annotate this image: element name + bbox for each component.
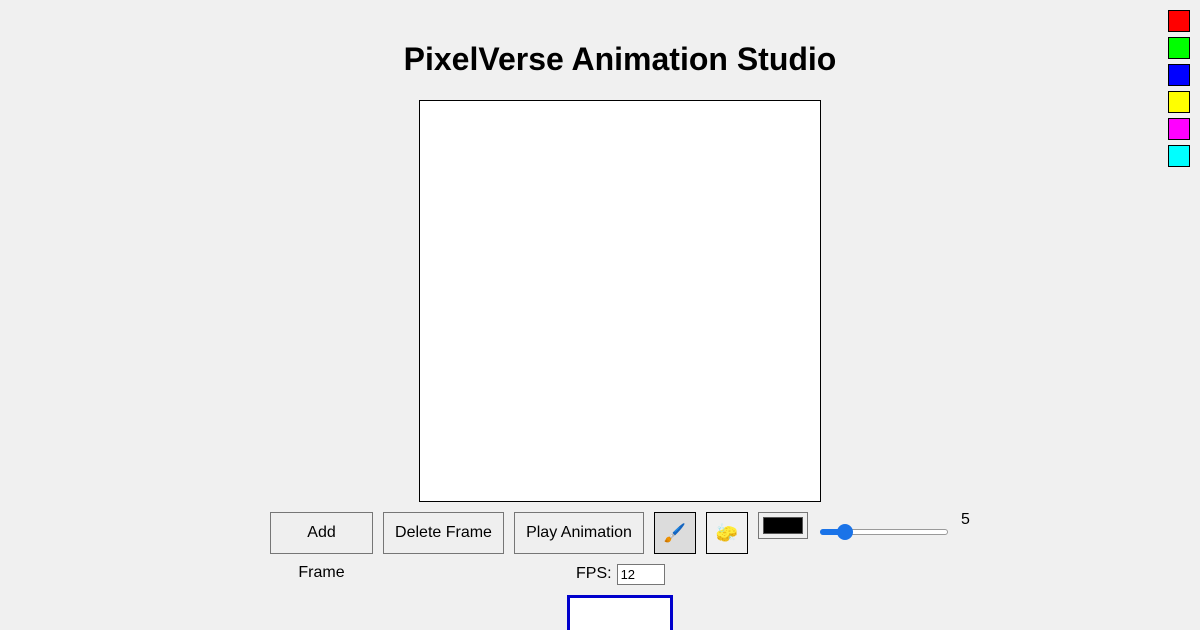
eraser-icon: 🧽 (715, 522, 739, 543)
color-picker[interactable] (758, 512, 808, 539)
frame-thumbnail[interactable] (567, 595, 673, 630)
fps-input[interactable] (616, 563, 665, 585)
slider-thumb[interactable] (837, 524, 853, 540)
play-animation-button[interactable]: Play Animation (514, 512, 644, 554)
palette-swatch-magenta[interactable] (1168, 118, 1190, 140)
brush-tool-button[interactable]: 🖌️ (654, 512, 696, 554)
palette-swatch-blue[interactable] (1168, 64, 1190, 86)
palette-swatch-yellow[interactable] (1168, 91, 1190, 113)
fps-label: FPS: (576, 565, 612, 582)
palette-swatch-red[interactable] (1168, 10, 1190, 32)
add-frame-button[interactable]: Add Frame (270, 512, 373, 581)
fps-control: FPS: (576, 563, 665, 585)
current-color-swatch (763, 517, 803, 534)
color-palette (1168, 10, 1190, 172)
brush-size-slider[interactable] (820, 524, 948, 540)
eraser-tool-button[interactable]: 🧽 (706, 512, 748, 554)
palette-swatch-green[interactable] (1168, 37, 1190, 59)
palette-swatch-cyan[interactable] (1168, 145, 1190, 167)
delete-frame-button[interactable]: Delete Frame (383, 512, 504, 554)
brush-size-value: 5 (961, 511, 970, 528)
brush-icon: 🖌️ (663, 522, 687, 543)
drawing-canvas[interactable] (419, 100, 821, 502)
app-root: PixelVerse Animation Studio Add Frame De… (0, 0, 1200, 630)
page-title: PixelVerse Animation Studio (403, 41, 837, 77)
